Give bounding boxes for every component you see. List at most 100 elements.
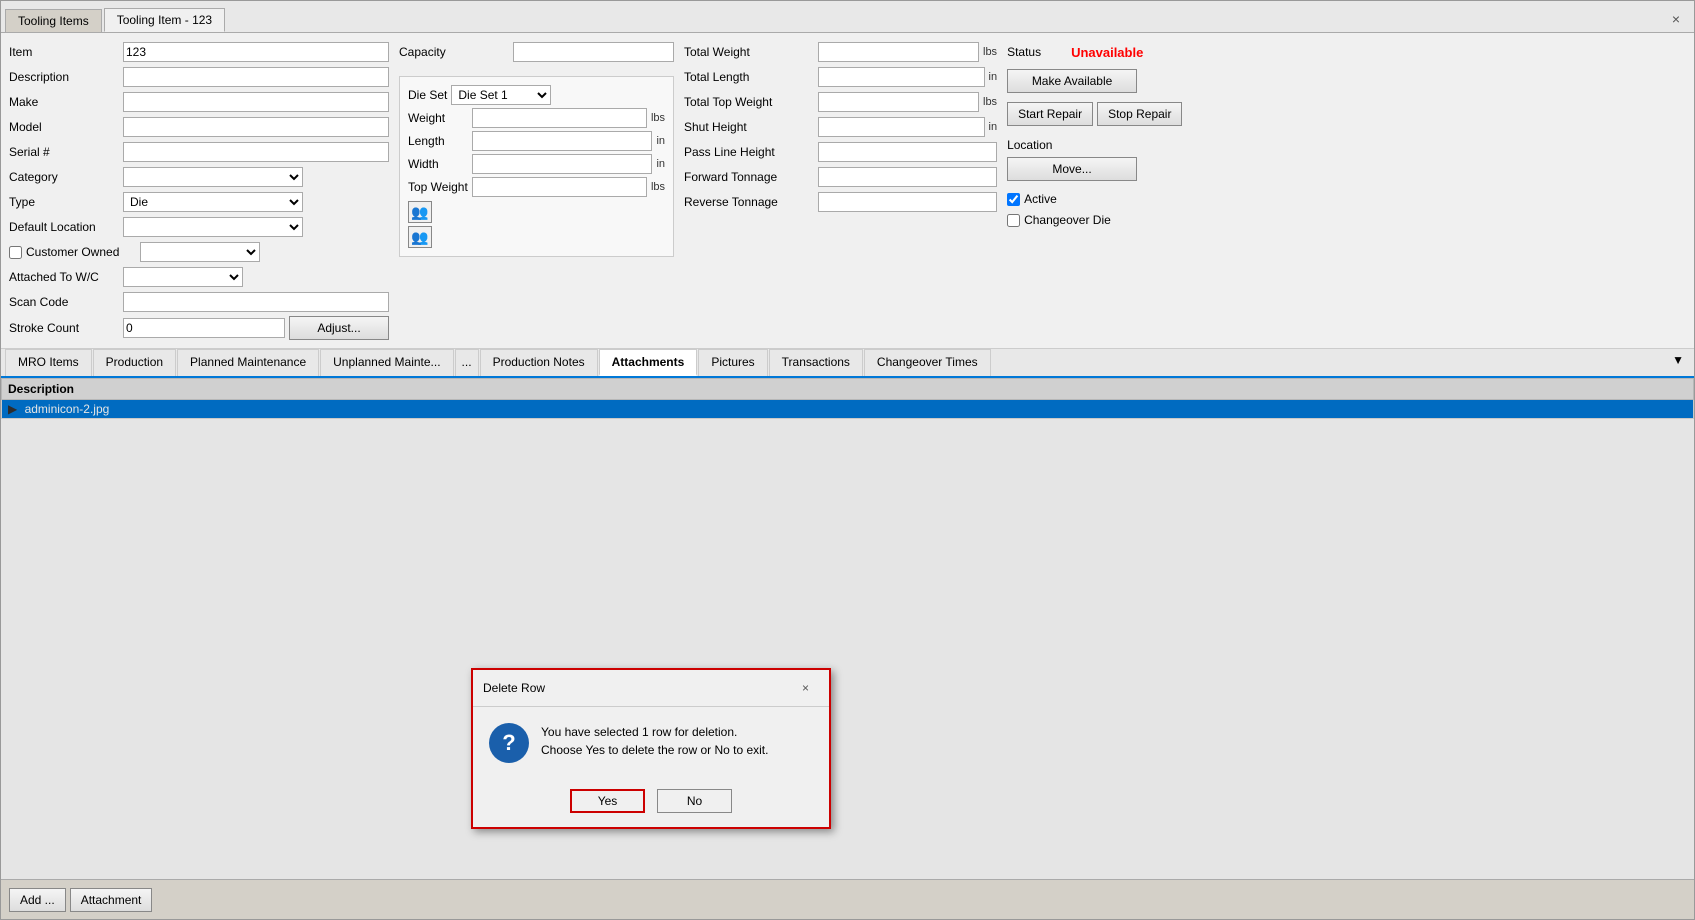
top-weight-row: Top Weight lbs <box>408 177 665 197</box>
default-location-row: Default Location <box>9 216 389 238</box>
serial-input[interactable] <box>123 142 389 162</box>
item-input[interactable] <box>123 42 389 62</box>
center-panel: Total Weight lbs Total Length in Total T… <box>684 41 997 340</box>
total-top-weight-label: Total Top Weight <box>684 95 814 109</box>
tab-unplanned-maintenance[interactable]: Unplanned Mainte... <box>320 349 453 376</box>
tab-planned-maintenance[interactable]: Planned Maintenance <box>177 349 319 376</box>
active-label-row: Active <box>1007 192 1227 206</box>
customer-owned-checkbox[interactable] <box>9 246 22 259</box>
attachment-button[interactable]: Attachment <box>70 888 153 912</box>
attached-wc-row: Attached To W/C <box>9 266 389 288</box>
delete-row-dialog: Delete Row × ? You have selected 1 row f… <box>471 668 831 829</box>
scan-code-row: Scan Code <box>9 291 389 313</box>
add-button[interactable]: Add ... <box>9 888 66 912</box>
total-weight-unit: lbs <box>983 46 997 58</box>
type-select[interactable]: Die <box>123 192 303 212</box>
width-input[interactable] <box>472 154 652 174</box>
start-repair-button[interactable]: Start Repair <box>1007 102 1093 126</box>
tab-changeover-times[interactable]: Changeover Times <box>864 349 991 376</box>
category-select[interactable] <box>123 167 303 187</box>
tab-production[interactable]: Production <box>93 349 176 376</box>
move-button[interactable]: Move... <box>1007 157 1137 181</box>
description-input[interactable] <box>123 67 389 87</box>
dialog-buttons: Yes No <box>473 779 829 827</box>
stop-repair-button[interactable]: Stop Repair <box>1097 102 1182 126</box>
content-area: Description ▶ adminicon-2.jpg Delete Row… <box>1 378 1694 879</box>
forward-tonnage-input[interactable] <box>818 167 997 187</box>
pass-line-height-row: Pass Line Height <box>684 141 997 163</box>
stroke-count-input[interactable] <box>123 318 285 338</box>
pass-line-height-input[interactable] <box>818 142 997 162</box>
top-weight-unit: lbs <box>651 181 665 193</box>
right-panel: Status Unavailable Make Available Start … <box>1007 41 1227 340</box>
tab-mro-items[interactable]: MRO Items <box>5 349 92 376</box>
weight-row: Weight lbs <box>408 108 665 128</box>
total-top-weight-row: Total Top Weight lbs <box>684 91 997 113</box>
changeover-die-checkbox[interactable] <box>1007 214 1020 227</box>
tab-tooling-item-123[interactable]: Tooling Item - 123 <box>104 8 225 32</box>
shut-height-label: Shut Height <box>684 120 814 134</box>
scan-code-label: Scan Code <box>9 295 119 309</box>
die-set-box: Die Set Die Set 1 Weight lbs Length in W <box>399 76 674 257</box>
left-panel: Item Description Make Model Serial # Cat… <box>9 41 389 340</box>
forward-tonnage-row: Forward Tonnage <box>684 166 997 188</box>
total-length-label: Total Length <box>684 70 814 84</box>
total-weight-label: Total Weight <box>684 45 814 59</box>
bino-icon-1[interactable]: 👥 <box>408 201 432 223</box>
dialog-no-button[interactable]: No <box>657 789 732 813</box>
attached-wc-label: Attached To W/C <box>9 270 119 284</box>
location-label-row: Location <box>1007 138 1227 152</box>
top-weight-input[interactable] <box>472 177 647 197</box>
move-button-row: Move... <box>1007 157 1227 181</box>
tab-attachments[interactable]: Attachments <box>599 349 698 376</box>
window-close-button[interactable]: × <box>1662 7 1690 31</box>
length-input[interactable] <box>472 131 652 151</box>
width-row: Width in <box>408 154 665 174</box>
shut-height-row: Shut Height in <box>684 116 997 138</box>
reverse-tonnage-label: Reverse Tonnage <box>684 195 814 209</box>
tabs-scroll-arrow[interactable]: ▼ <box>1666 349 1690 376</box>
reverse-tonnage-input[interactable] <box>818 192 997 212</box>
tabs-strip: MRO Items Production Planned Maintenance… <box>1 349 1694 378</box>
total-top-weight-input[interactable] <box>818 92 979 112</box>
total-weight-input[interactable] <box>818 42 979 62</box>
length-row: Length in <box>408 131 665 151</box>
model-input[interactable] <box>123 117 389 137</box>
bino-icon-2[interactable]: 👥 <box>408 226 432 248</box>
customer-owned-select[interactable] <box>140 242 260 262</box>
active-checkbox[interactable] <box>1007 193 1020 206</box>
die-set-select[interactable]: Die Set 1 <box>451 85 551 105</box>
shut-height-input[interactable] <box>818 117 985 137</box>
weight-unit: lbs <box>651 112 665 124</box>
attached-wc-select[interactable] <box>123 267 243 287</box>
customer-owned-row: Customer Owned <box>9 241 389 263</box>
dialog-close-button[interactable]: × <box>792 676 819 700</box>
status-label: Status <box>1007 45 1067 59</box>
adjust-button[interactable]: Adjust... <box>289 316 389 340</box>
capacity-row: Capacity <box>399 41 674 63</box>
pass-line-height-label: Pass Line Height <box>684 145 814 159</box>
total-length-input[interactable] <box>818 67 985 87</box>
width-label: Width <box>408 157 468 171</box>
weight-input[interactable] <box>472 108 647 128</box>
item-label: Item <box>9 45 119 59</box>
tab-tooling-items[interactable]: Tooling Items <box>5 9 102 32</box>
tab-production-notes[interactable]: Production Notes <box>480 349 598 376</box>
make-available-button[interactable]: Make Available <box>1007 69 1137 93</box>
make-input[interactable] <box>123 92 389 112</box>
bino-icons-group: 👥 👥 <box>408 201 665 248</box>
active-label: Active <box>1024 192 1057 206</box>
tab-transactions[interactable]: Transactions <box>769 349 863 376</box>
active-row: Active <box>1007 192 1227 206</box>
dialog-body: ? You have selected 1 row for deletion. … <box>473 707 829 779</box>
scan-code-input[interactable] <box>123 292 389 312</box>
dialog-yes-button[interactable]: Yes <box>570 789 645 813</box>
item-row: Item <box>9 41 389 63</box>
make-available-row: Make Available <box>1007 69 1227 93</box>
capacity-input[interactable] <box>513 42 674 62</box>
type-row: Type Die <box>9 191 389 213</box>
tab-more[interactable]: ... <box>455 349 479 376</box>
bottom-bar: Add ... Attachment <box>1 879 1694 919</box>
tab-pictures[interactable]: Pictures <box>698 349 767 376</box>
default-location-select[interactable] <box>123 217 303 237</box>
